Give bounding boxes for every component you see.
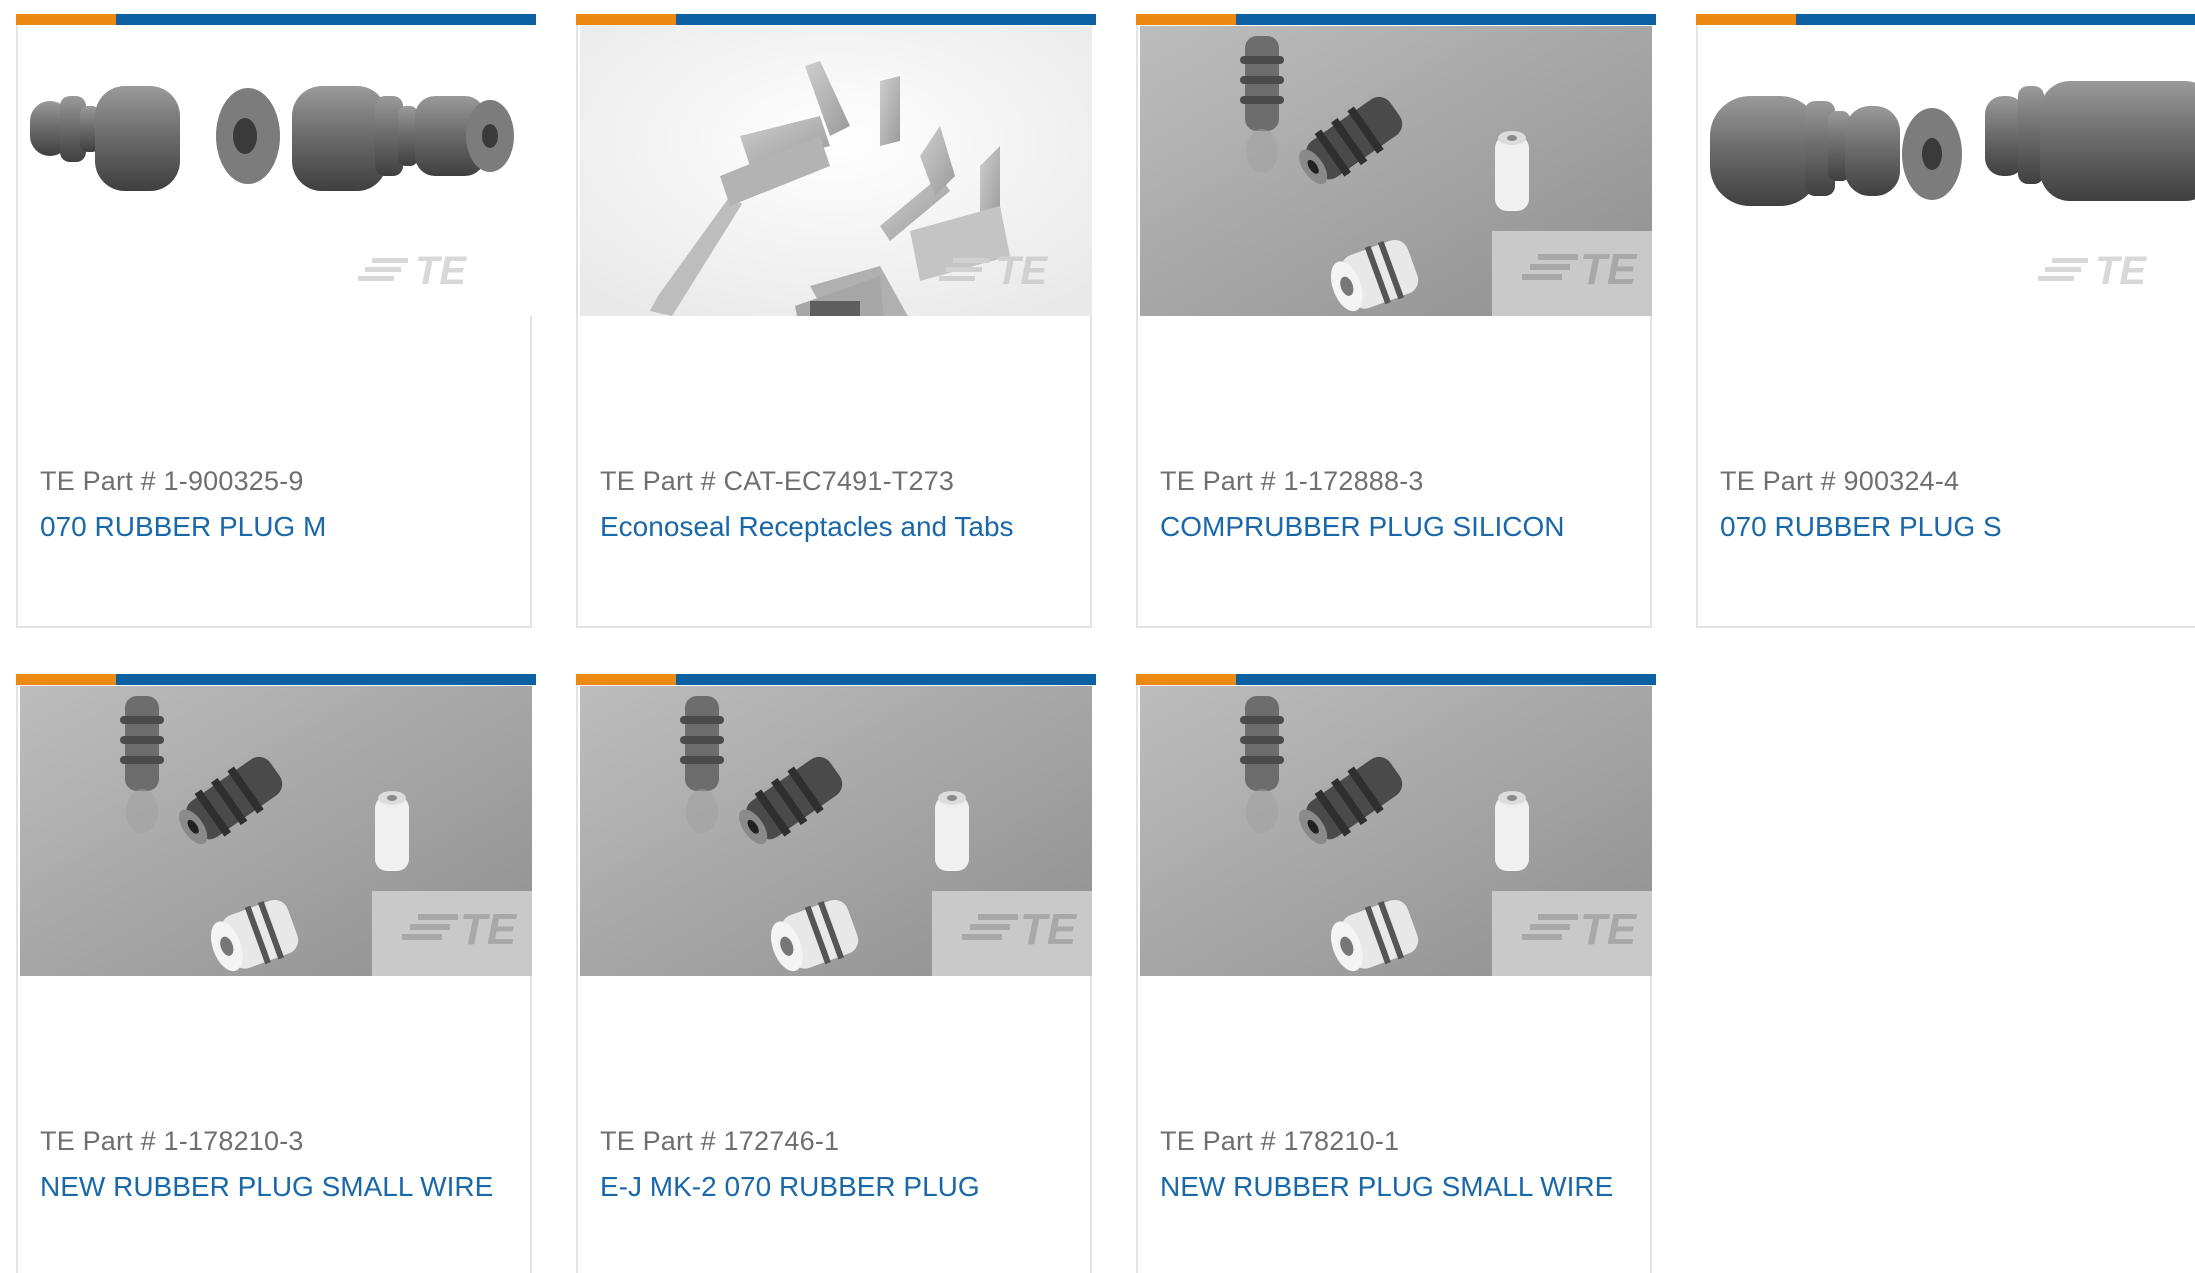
part-number: TE Part # 1-900325-9 <box>40 466 304 496</box>
product-name-link[interactable]: NEW RUBBER PLUG SMALL WIRE <box>1160 1171 1613 1203</box>
product-image[interactable]: TE <box>1700 26 2195 316</box>
product-card[interactable]: TE TE Part # 178210-1 NEW RUBBER PLUG SM… <box>1136 674 1656 1273</box>
assorted-plugs-icon: TE <box>1140 26 1652 316</box>
rubber-plug-pair-icon: TE <box>20 26 532 316</box>
svg-text:TE: TE <box>2095 249 2147 293</box>
card-accent-bar <box>16 674 536 685</box>
part-number: TE Part # 1-178210-3 <box>40 1126 304 1156</box>
product-image[interactable]: TE <box>20 686 532 976</box>
part-number: TE Part # 178210-1 <box>1160 1126 1400 1156</box>
product-image[interactable]: TE <box>1140 26 1652 316</box>
product-card[interactable]: TE TE Part # 1-178210-3 NEW RUBBER PLUG … <box>16 674 536 1273</box>
assorted-plugs-icon: TE <box>1140 686 1652 976</box>
part-number: TE Part # 172746-1 <box>600 1126 840 1156</box>
svg-text:TE: TE <box>1580 245 1638 294</box>
product-name-link[interactable]: Econoseal Receptacles and Tabs <box>600 511 1014 543</box>
svg-text:TE: TE <box>460 905 518 954</box>
part-number: TE Part # 1-172888-3 <box>1160 466 1424 496</box>
product-card[interactable]: TE TE Part # 900324-4 070 RUBBER PLUG S <box>1696 14 2195 628</box>
receptacle-tab-icon: TE <box>580 26 1092 316</box>
svg-text:TE: TE <box>1580 905 1638 954</box>
card-accent-bar <box>16 14 536 25</box>
part-number: TE Part # CAT-EC7491-T273 <box>600 466 955 496</box>
svg-text:TE: TE <box>996 249 1048 293</box>
product-name-link[interactable]: 070 RUBBER PLUG S <box>1720 511 2002 543</box>
product-card[interactable]: TE TE Part # 172746-1 E-J MK-2 070 RUBBE… <box>576 674 1096 1273</box>
assorted-plugs-icon: TE <box>20 686 532 976</box>
product-image[interactable]: TE <box>1140 686 1652 976</box>
card-accent-bar <box>1136 674 1656 685</box>
card-accent-bar <box>1696 14 2195 25</box>
product-card[interactable]: TE TE Part # CAT-EC7491-T273 Econoseal R… <box>576 14 1096 628</box>
part-number: TE Part # 900324-4 <box>1720 466 1960 496</box>
product-card[interactable]: TE TE Part # 1-172888-3 COMPRUBBER PLUG … <box>1136 14 1656 628</box>
product-image[interactable]: TE <box>580 26 1092 316</box>
product-card[interactable]: TE TE Part # 1-900325-9 070 RUBBER PLUG … <box>16 14 536 628</box>
card-accent-bar <box>1136 14 1656 25</box>
product-grid: TE TE Part # 1-900325-9 070 RUBBER PLUG … <box>0 0 2195 1273</box>
rubber-plug-pair-icon: TE <box>1700 26 2195 316</box>
card-accent-bar <box>576 674 1096 685</box>
product-name-link[interactable]: 070 RUBBER PLUG M <box>40 511 326 543</box>
svg-text:TE: TE <box>415 249 467 293</box>
product-image[interactable]: TE <box>20 26 532 316</box>
product-name-link[interactable]: E-J MK-2 070 RUBBER PLUG <box>600 1171 980 1203</box>
product-name-link[interactable]: COMPRUBBER PLUG SILICON <box>1160 511 1565 543</box>
card-accent-bar <box>576 14 1096 25</box>
svg-text:TE: TE <box>1020 905 1078 954</box>
product-name-link[interactable]: NEW RUBBER PLUG SMALL WIRE <box>40 1171 493 1203</box>
assorted-plugs-icon: TE <box>580 686 1092 976</box>
product-image[interactable]: TE <box>580 686 1092 976</box>
